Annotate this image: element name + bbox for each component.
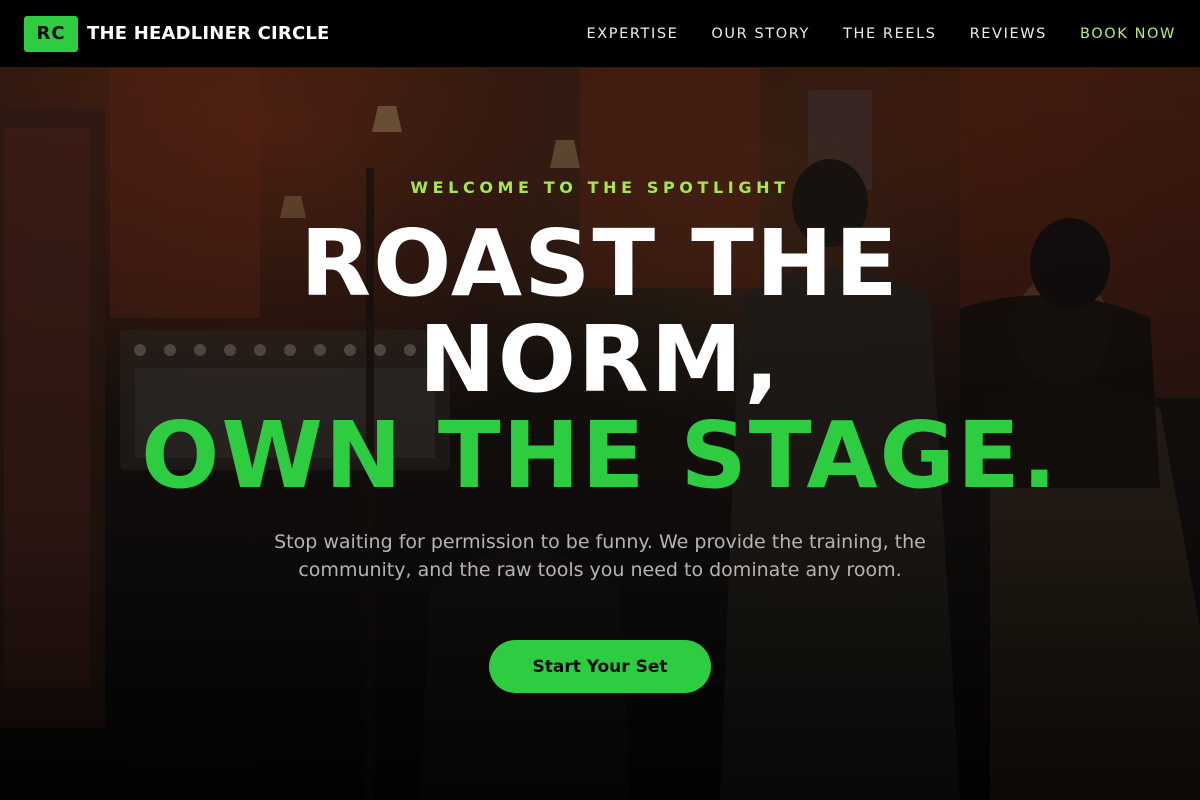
headline-line-1: ROAST THE — [300, 210, 900, 317]
start-your-set-button[interactable]: Start Your Set — [489, 640, 711, 693]
nav-link-reviews[interactable]: REVIEWS — [970, 26, 1047, 42]
top-navbar: RC THE HEADLINER CIRCLE EXPERTISE OUR ST… — [0, 0, 1200, 68]
nav-link-our-story[interactable]: OUR STORY — [711, 26, 810, 42]
brand-badge: RC — [24, 15, 78, 52]
headline-line-2: NORM, — [418, 306, 782, 413]
hero-content: WELCOME TO THE SPOTLIGHT ROAST THE NORM,… — [0, 68, 1200, 800]
nav-link-book-now[interactable]: BOOK NOW — [1080, 26, 1176, 42]
hero-eyebrow: WELCOME TO THE SPOTLIGHT — [410, 178, 790, 197]
nav-link-the-reels[interactable]: THE REELS — [843, 26, 937, 42]
brand-logo[interactable]: RC THE HEADLINER CIRCLE — [24, 15, 330, 52]
hero-section: WELCOME TO THE SPOTLIGHT ROAST THE NORM,… — [0, 68, 1200, 800]
hero-subtitle: Stop waiting for permission to be funny.… — [274, 531, 926, 581]
nav-links: EXPERTISE OUR STORY THE REELS REVIEWS BO… — [553, 26, 1176, 42]
hero-headline: ROAST THE NORM, OWN THE STAGE. — [0, 216, 1200, 504]
brand-name: THE HEADLINER CIRCLE — [87, 23, 330, 44]
nav-link-expertise[interactable]: EXPERTISE — [586, 26, 678, 42]
headline-line-3: OWN THE STAGE. — [141, 402, 1059, 509]
